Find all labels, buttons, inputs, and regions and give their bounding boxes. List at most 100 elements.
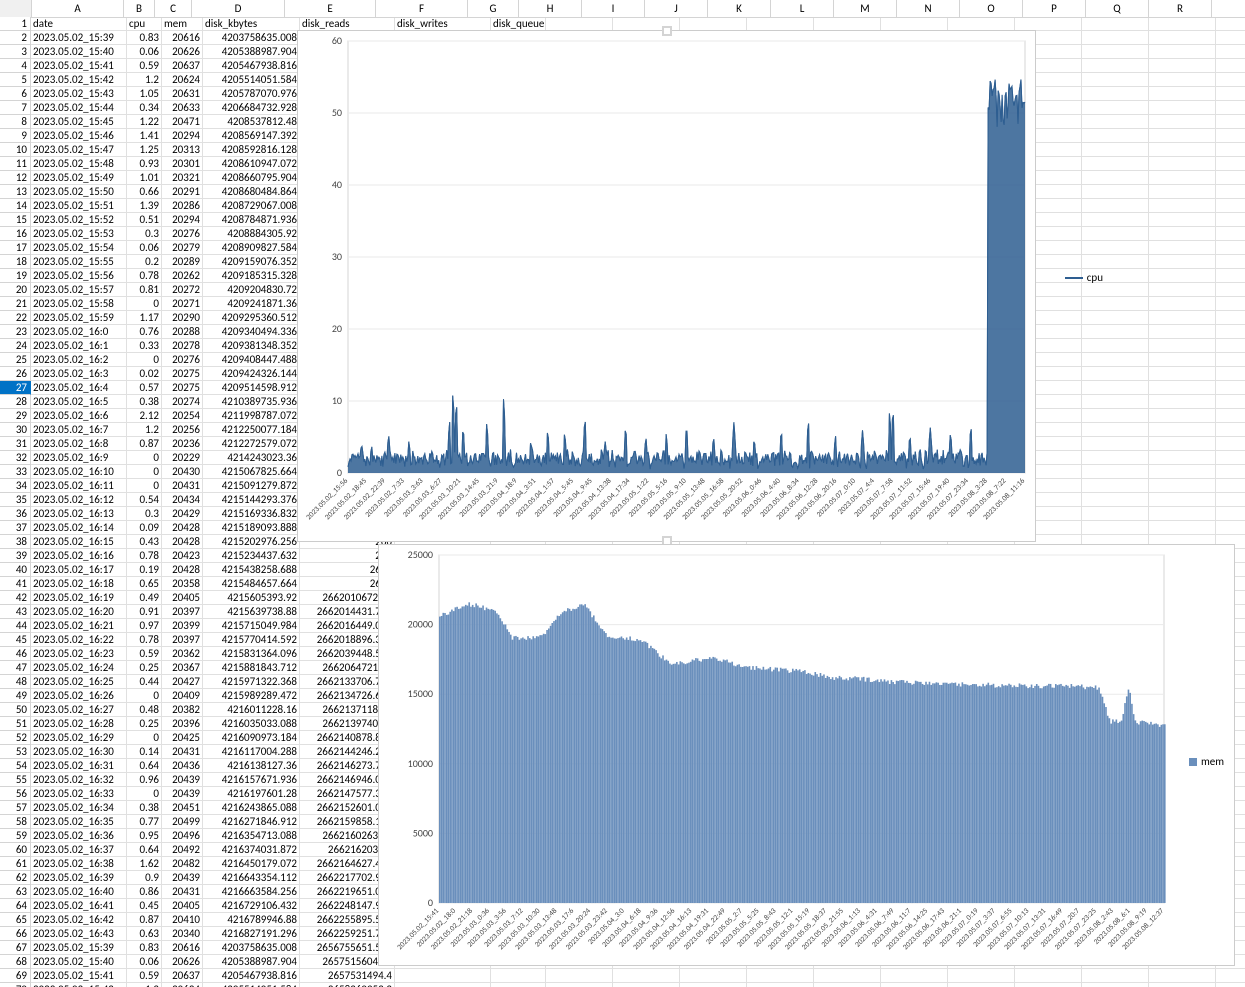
cell[interactable]: 0.81 xyxy=(127,283,162,296)
cell[interactable]: 0.83 xyxy=(127,31,162,44)
row-header[interactable]: 19 xyxy=(0,269,31,283)
cell[interactable] xyxy=(1216,353,1245,366)
cell[interactable] xyxy=(1149,185,1216,198)
cell[interactable]: 20482 xyxy=(162,857,203,870)
cell[interactable]: 2023.05.02_16:39 xyxy=(31,871,127,884)
cell[interactable]: 4215067825.664 xyxy=(203,465,300,478)
cell[interactable] xyxy=(814,969,881,982)
select-all-corner[interactable] xyxy=(0,0,32,17)
cell[interactable]: 4209295360.512 xyxy=(203,311,300,324)
cell[interactable] xyxy=(747,983,814,987)
cell[interactable] xyxy=(1149,493,1216,506)
cpu-line-chart[interactable]: 01020304050602023.05.02_15:562023.05.02_… xyxy=(297,30,1036,542)
cell[interactable] xyxy=(1216,409,1245,422)
cell[interactable]: 20431 xyxy=(162,479,203,492)
cell[interactable]: 0.95 xyxy=(127,829,162,842)
cell[interactable] xyxy=(1216,507,1245,520)
cell[interactable]: 4209185315.328 xyxy=(203,269,300,282)
cell[interactable] xyxy=(1082,969,1149,982)
cell[interactable]: 2023.05.02_16:4 xyxy=(31,381,127,394)
cell[interactable]: 0.45 xyxy=(127,899,162,912)
cell[interactable]: 4215169336.832 xyxy=(203,507,300,520)
cell[interactable]: 20294 xyxy=(162,213,203,226)
cell[interactable]: 20405 xyxy=(162,899,203,912)
cell[interactable]: 2023.05.02_16:14 xyxy=(31,521,127,534)
cell[interactable] xyxy=(1216,185,1245,198)
cell[interactable]: 2023.05.02_16:5 xyxy=(31,395,127,408)
cell[interactable]: 2023.05.02_16:35 xyxy=(31,815,127,828)
row-header[interactable]: 14 xyxy=(0,199,31,213)
cell[interactable]: 20410 xyxy=(162,913,203,926)
cell[interactable]: 20439 xyxy=(162,871,203,884)
cell[interactable] xyxy=(747,17,814,30)
cell[interactable]: 2023.05.02_15:50 xyxy=(31,185,127,198)
cell[interactable]: 4209381348.352 xyxy=(203,339,300,352)
cell[interactable] xyxy=(1149,45,1216,58)
cell[interactable]: 0.9 xyxy=(127,871,162,884)
cell[interactable] xyxy=(1216,423,1245,436)
cell[interactable]: 4215234437.632 xyxy=(203,549,300,562)
cell[interactable]: 0.97 xyxy=(127,619,162,632)
cell[interactable] xyxy=(1082,437,1149,450)
cell[interactable]: 0.66 xyxy=(127,185,162,198)
cell[interactable] xyxy=(1082,255,1149,268)
cell[interactable]: 2023.05.02_15:45 xyxy=(31,115,127,128)
cell[interactable] xyxy=(948,969,1015,982)
cell[interactable] xyxy=(1149,199,1216,212)
cell[interactable]: 0.06 xyxy=(127,45,162,58)
cell[interactable]: 4203758635.008 xyxy=(203,31,300,44)
cell[interactable]: 4205787070.976 xyxy=(203,87,300,100)
cell[interactable]: 0.78 xyxy=(127,549,162,562)
row-header[interactable]: 4 xyxy=(0,59,31,73)
cell[interactable]: 2023.05.02_15:59 xyxy=(31,311,127,324)
cell[interactable] xyxy=(1149,143,1216,156)
cell[interactable]: 4205514051.584 xyxy=(203,983,300,987)
row-header[interactable]: 69 xyxy=(0,969,31,983)
cell[interactable]: 2023.05.02_16:22 xyxy=(31,633,127,646)
cell[interactable]: 20439 xyxy=(162,773,203,786)
cell[interactable] xyxy=(1216,129,1245,142)
cell[interactable]: 2023.05.02_15:44 xyxy=(31,101,127,114)
cell[interactable]: 0.33 xyxy=(127,339,162,352)
cell[interactable] xyxy=(1216,381,1245,394)
cell[interactable] xyxy=(1149,969,1216,982)
cell[interactable]: 20278 xyxy=(162,339,203,352)
cell[interactable]: 20633 xyxy=(162,101,203,114)
cell[interactable] xyxy=(1149,31,1216,44)
cell[interactable] xyxy=(1082,157,1149,170)
cell[interactable]: 20276 xyxy=(162,353,203,366)
cell[interactable] xyxy=(1149,171,1216,184)
cell[interactable]: 2657531494.4 xyxy=(300,969,395,982)
cell[interactable]: 2023.05.02_16:21 xyxy=(31,619,127,632)
cell[interactable]: 20451 xyxy=(162,801,203,814)
cell[interactable] xyxy=(1216,969,1245,982)
row-header[interactable]: 57 xyxy=(0,801,31,815)
cell[interactable]: 4215091279.872 xyxy=(203,479,300,492)
cell[interactable]: 1.25 xyxy=(127,143,162,156)
row-header[interactable]: 45 xyxy=(0,633,31,647)
cell[interactable] xyxy=(1216,255,1245,268)
cell[interactable]: 4216827191.296 xyxy=(203,927,300,940)
cell[interactable]: 0 xyxy=(127,479,162,492)
cell[interactable]: 2023.05.02_16:42 xyxy=(31,913,127,926)
cell[interactable]: 2023.05.02_16:28 xyxy=(31,717,127,730)
cell[interactable]: 2023.05.02_16:15 xyxy=(31,535,127,548)
row-header[interactable]: 48 xyxy=(0,675,31,689)
row-header[interactable]: 18 xyxy=(0,255,31,269)
row-header[interactable]: 59 xyxy=(0,829,31,843)
cell[interactable]: 4209424326.144 xyxy=(203,367,300,380)
cell[interactable]: 20624 xyxy=(162,983,203,987)
cell[interactable] xyxy=(546,17,613,30)
cell[interactable]: 20236 xyxy=(162,437,203,450)
cell[interactable]: 4205467938.816 xyxy=(203,59,300,72)
cell[interactable]: 4208660795.904 xyxy=(203,171,300,184)
cell[interactable] xyxy=(1149,255,1216,268)
cell[interactable] xyxy=(1216,339,1245,352)
cell[interactable] xyxy=(1216,143,1245,156)
cell[interactable]: 2023.05.02_16:17 xyxy=(31,563,127,576)
cell[interactable]: 0.59 xyxy=(127,969,162,982)
row-header[interactable]: 50 xyxy=(0,703,31,717)
cell[interactable]: 2023.05.02_16:36 xyxy=(31,829,127,842)
cell[interactable]: 0.78 xyxy=(127,633,162,646)
cell[interactable]: 2023.05.02_16:13 xyxy=(31,507,127,520)
